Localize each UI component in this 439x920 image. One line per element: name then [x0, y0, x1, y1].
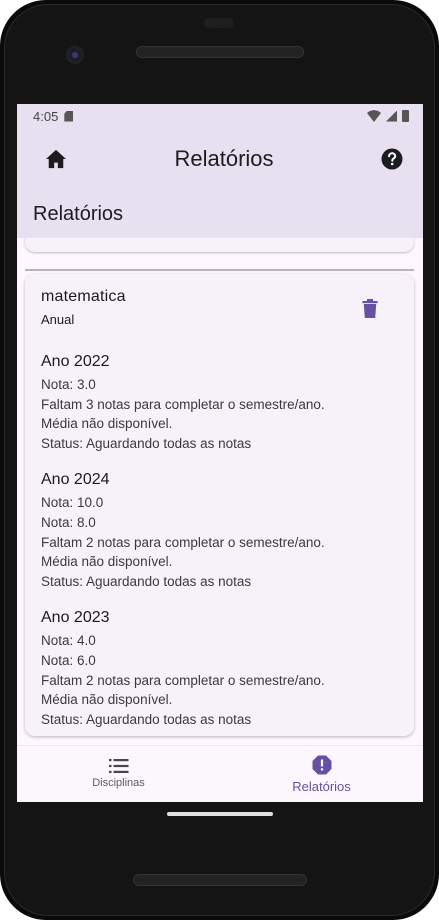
- app-screen: 4:05 Relatórios Relatórios matematica An…: [17, 104, 423, 802]
- status-time: 4:05: [33, 108, 59, 124]
- report-line: Média não disponível.: [41, 554, 173, 570]
- report-line: Status: Aguardando todas as notas: [41, 573, 252, 589]
- report-line: Faltam 2 notas para completar o semestre…: [41, 534, 325, 550]
- front-camera: [66, 46, 84, 64]
- app-bar: Relatórios: [17, 128, 423, 190]
- report-line: Nota: 4.0: [41, 633, 96, 649]
- report-alert-icon: [312, 755, 331, 774]
- year-title: Ano 2023: [41, 609, 110, 627]
- year-title: Ano 2024: [41, 471, 110, 489]
- status-icons: [367, 110, 409, 122]
- report-line: Média não disponível.: [41, 692, 173, 708]
- earpiece-speaker: [136, 46, 304, 58]
- year-section-2022: Ano 2022 Nota: 3.0 Faltam 3 notas para c…: [41, 353, 398, 453]
- report-card: matematica Anual Ano 2022 Nota: 3.0 Falt…: [25, 274, 414, 736]
- report-line: Faltam 3 notas para completar o semestre…: [41, 396, 325, 412]
- subject-period: Anual: [41, 312, 75, 327]
- nav-label-disciplinas: Disciplinas: [92, 777, 145, 789]
- signal-icon: [386, 110, 397, 122]
- home-button[interactable]: [43, 146, 69, 172]
- app-title: Relatórios: [174, 146, 274, 171]
- bottom-speaker: [133, 874, 307, 886]
- status-bar: 4:05: [17, 104, 423, 128]
- battery-icon: [402, 110, 409, 122]
- page-title: Relatórios: [33, 202, 124, 225]
- report-line: Nota: 6.0: [41, 652, 96, 668]
- subject-name: matematica: [41, 288, 126, 305]
- phone-frame: 4:05 Relatórios Relatórios matematica An…: [0, 0, 439, 920]
- gesture-home-bar[interactable]: [167, 812, 273, 816]
- home-icon: [46, 149, 66, 169]
- list-divider: [25, 269, 414, 271]
- delete-button[interactable]: [358, 296, 382, 320]
- year-title: Ano 2022: [41, 353, 110, 370]
- year-section-2024: Ano 2024 Nota: 10.0 Nota: 8.0 Faltam 2 n…: [41, 471, 398, 591]
- report-line: Faltam 2 notas para completar o semestre…: [41, 672, 325, 688]
- nav-item-relatorios[interactable]: Relatórios: [220, 746, 423, 802]
- report-line: Média não disponível.: [41, 416, 173, 432]
- report-line: Status: Aguardando todas as notas: [41, 435, 252, 451]
- report-line: Nota: 8.0: [41, 514, 96, 530]
- help-icon: [381, 148, 403, 170]
- bottom-navigation: Disciplinas Relatórios: [17, 745, 423, 802]
- list-icon: [108, 759, 128, 773]
- report-line: Nota: 10.0: [41, 495, 104, 511]
- sensor-notch: [204, 18, 234, 28]
- report-list[interactable]: matematica Anual Ano 2022 Nota: 3.0 Falt…: [17, 238, 423, 745]
- page-header: Relatórios: [17, 190, 423, 238]
- nav-label-relatorios: Relatórios: [292, 778, 351, 794]
- previous-report-card: [25, 238, 414, 252]
- sd-card-icon: [64, 110, 74, 122]
- help-button[interactable]: [379, 146, 405, 172]
- year-section-2023: Ano 2023 Nota: 4.0 Nota: 6.0 Faltam 2 no…: [41, 609, 398, 729]
- report-line: Status: Aguardando todas as notas: [41, 711, 252, 727]
- wifi-icon: [367, 110, 381, 122]
- trash-icon: [362, 298, 378, 318]
- report-line: Nota: 3.0: [41, 377, 96, 392]
- nav-item-disciplinas[interactable]: Disciplinas: [17, 746, 220, 802]
